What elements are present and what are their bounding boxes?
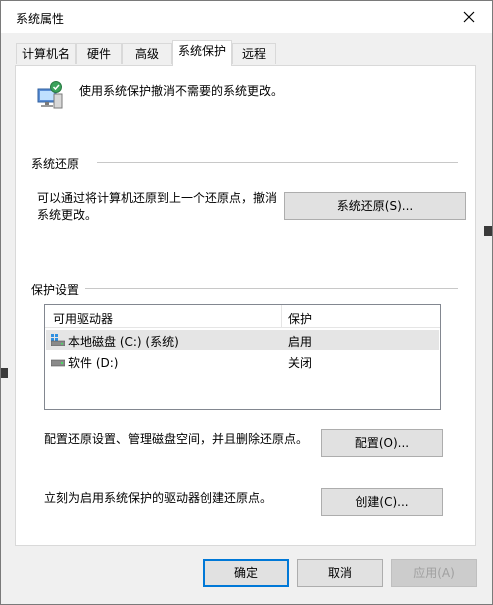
system-drive-icon bbox=[51, 334, 65, 346]
background-window-edge bbox=[0, 368, 8, 378]
column-header-drive[interactable]: 可用驱动器 bbox=[53, 310, 113, 327]
tab-label: 远程 bbox=[241, 47, 266, 61]
protection-description: 使用系统保护撤消不需要的系统更改。 bbox=[79, 84, 284, 98]
drive-row-c[interactable]: 本地磁盘 (C:) (系统) 启用 bbox=[46, 330, 439, 350]
tab-label: 系统保护 bbox=[177, 44, 226, 58]
tab-remote[interactable]: 远程 bbox=[232, 43, 276, 64]
drive-protection-status: 关闭 bbox=[288, 356, 313, 370]
divider bbox=[97, 162, 458, 163]
restore-description: 可以通过将计算机还原到上一个还原点，撤消系统更改。 bbox=[37, 191, 278, 222]
close-button[interactable] bbox=[452, 3, 486, 31]
close-icon bbox=[463, 11, 475, 23]
restore-section-title: 系统还原 bbox=[31, 157, 80, 171]
button-label: 确定 bbox=[233, 566, 258, 580]
drive-list-header: 可用驱动器 保护 bbox=[45, 305, 440, 328]
drive-name: 本地磁盘 (C:) (系统) bbox=[68, 335, 179, 349]
system-protection-icon bbox=[37, 81, 63, 109]
drive-list[interactable]: 可用驱动器 保护 本地磁盘 (C:) (系统) 启用 软件 (D:) 关闭 bbox=[44, 304, 441, 410]
create-description: 立刻为启用系统保护的驱动器创建还原点。 bbox=[44, 491, 273, 505]
create-button[interactable]: 创建(C)... bbox=[321, 488, 443, 516]
tab-computer-name[interactable]: 计算机名 bbox=[16, 43, 76, 64]
configure-button[interactable]: 配置(O)... bbox=[321, 429, 443, 457]
configure-description: 配置还原设置、管理磁盘空间，并且删除还原点。 bbox=[44, 432, 309, 446]
column-header-protection[interactable]: 保护 bbox=[288, 310, 312, 327]
drive-name: 软件 (D:) bbox=[68, 356, 119, 370]
button-label: 取消 bbox=[327, 566, 352, 580]
drive-protection-status: 启用 bbox=[288, 335, 313, 349]
tab-label: 高级 bbox=[134, 47, 159, 61]
button-label: 系统还原(S)... bbox=[336, 199, 414, 213]
tab-panel-system-protection: 使用系统保护撤消不需要的系统更改。 系统还原 可以通过将计算机还原到上一个还原点… bbox=[15, 65, 476, 546]
cancel-button[interactable]: 取消 bbox=[297, 559, 383, 587]
tab-advanced[interactable]: 高级 bbox=[122, 43, 172, 64]
divider bbox=[85, 288, 458, 289]
drive-icon bbox=[51, 359, 65, 367]
column-separator[interactable] bbox=[281, 305, 282, 327]
tab-label: 硬件 bbox=[86, 47, 111, 61]
button-label: 配置(O)... bbox=[354, 436, 410, 450]
button-label: 创建(C)... bbox=[355, 495, 409, 509]
background-window-edge bbox=[484, 226, 492, 236]
apply-button[interactable]: 应用(A) bbox=[391, 559, 477, 587]
window-title: 系统属性 bbox=[16, 12, 65, 26]
tab-system-protection[interactable]: 系统保护 bbox=[172, 40, 232, 66]
ok-button[interactable]: 确定 bbox=[203, 559, 289, 587]
drive-row-d[interactable]: 软件 (D:) 关闭 bbox=[46, 351, 439, 371]
tab-hardware[interactable]: 硬件 bbox=[76, 43, 122, 64]
tab-label: 计算机名 bbox=[21, 47, 70, 61]
button-label: 应用(A) bbox=[413, 566, 455, 580]
title-bar: 系统属性 bbox=[1, 1, 492, 33]
system-restore-button[interactable]: 系统还原(S)... bbox=[284, 192, 466, 220]
protection-section-title: 保护设置 bbox=[31, 283, 80, 297]
